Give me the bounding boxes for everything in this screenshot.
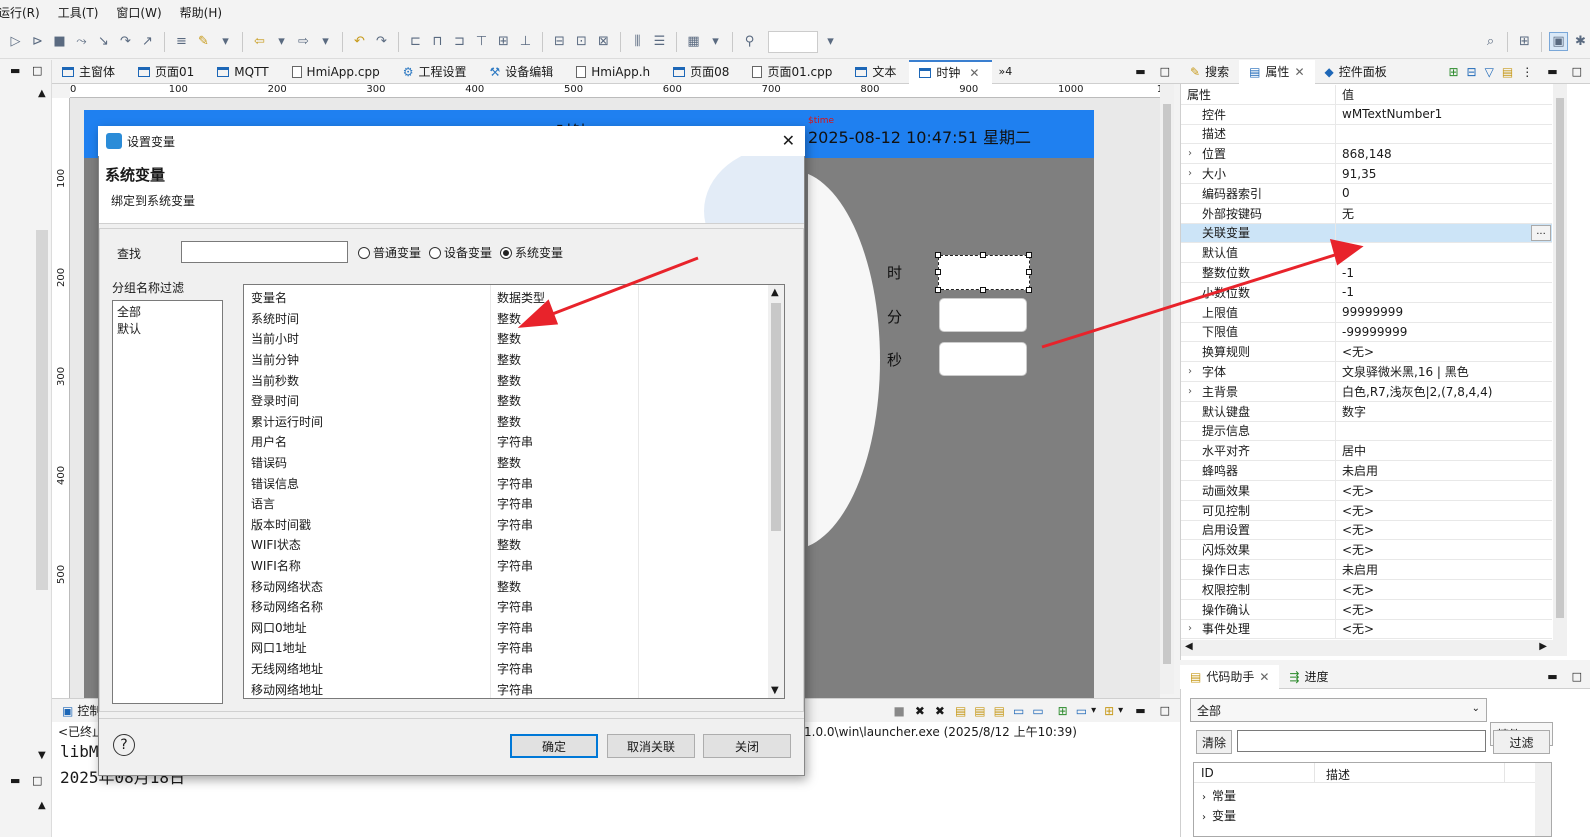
arrow-to-linked-variable [1041, 252, 1339, 349]
arrow-head [517, 299, 559, 328]
arrow-to-system-time [541, 256, 699, 320]
arrow-head [1329, 239, 1364, 266]
annotation-arrows [517, 239, 1364, 349]
